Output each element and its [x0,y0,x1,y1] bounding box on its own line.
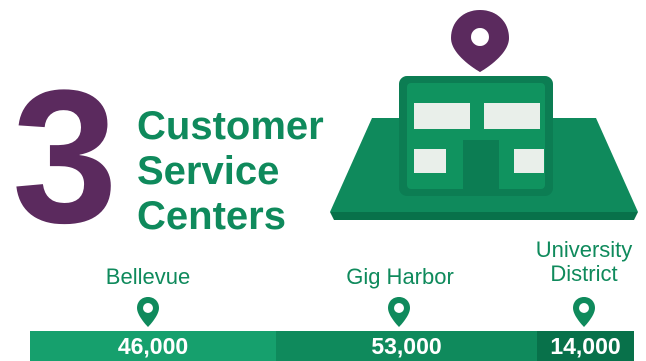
center-label-line-1: University [535,237,633,262]
headline-line-3: Centers [137,194,286,238]
location-pin-icon [573,297,595,327]
center-label-university-district: University District [524,238,644,286]
headline-line-2: Service [137,149,280,193]
building-location-pin-icon [451,10,509,72]
bar-segment-gig-harbor: 53,000 [276,331,537,361]
bar-segment-bellevue: 46,000 [30,331,276,361]
headline: Customer Service Centers [137,104,324,239]
center-label-line-2: District [550,261,618,286]
bar-segment-university-district: 14,000 [537,331,634,361]
center-count: 3 [12,51,118,263]
center-label-bellevue: Bellevue [105,264,191,289]
headline-line-1: Customer [137,104,324,148]
center-label-gig-harbor: Gig Harbor [346,264,454,289]
location-pin-icon [388,297,410,327]
location-pin-icon [137,297,159,327]
